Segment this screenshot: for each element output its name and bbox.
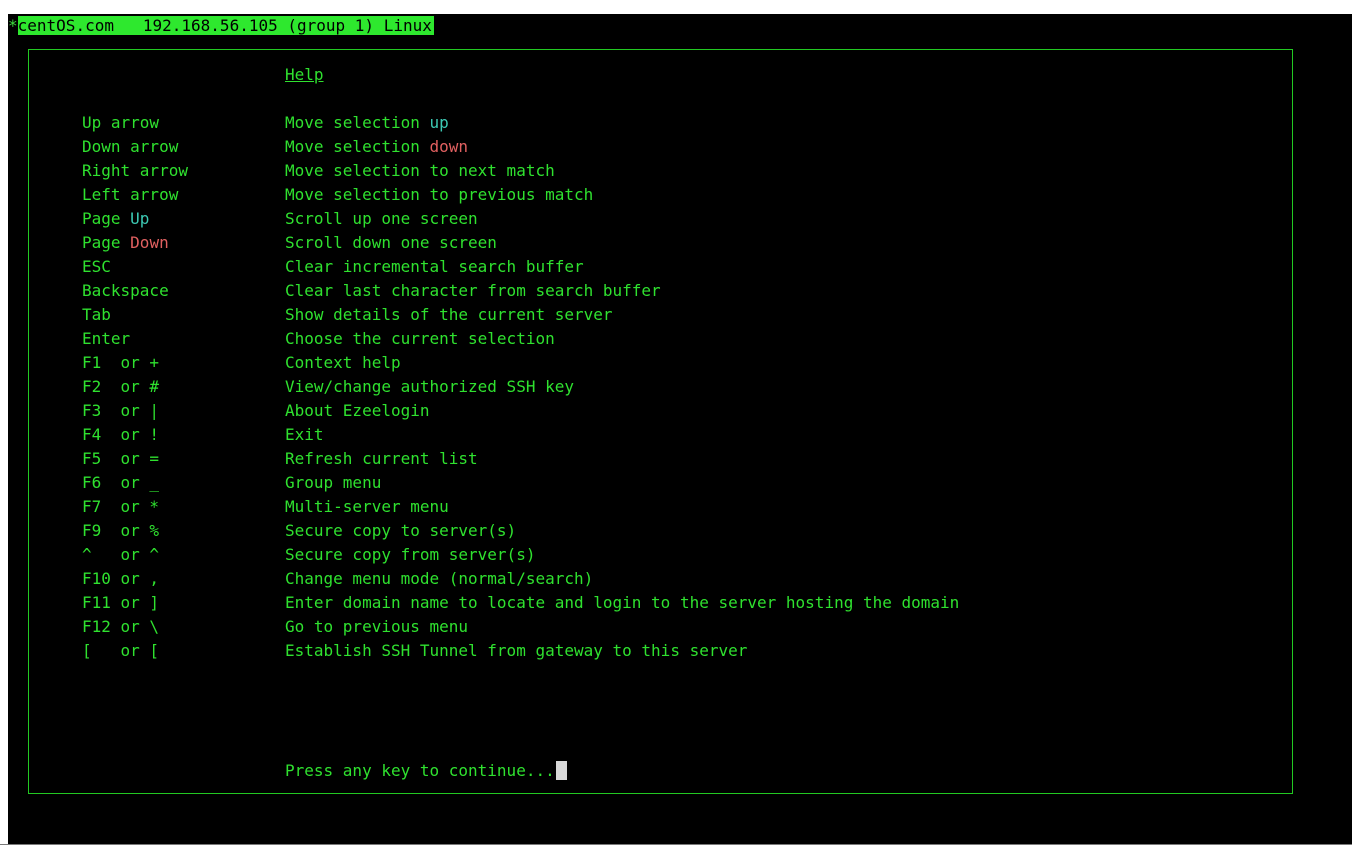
desc-f10: Change menu mode (normal/search) [285, 569, 594, 588]
desc-f4: Exit [285, 425, 324, 444]
key-enter: Enter [82, 329, 131, 348]
desc-f5: Refresh current list [285, 449, 478, 468]
desc-caret: Secure copy from server(s) [285, 545, 536, 564]
key-f7: F7 or * [82, 497, 160, 516]
terminal-title-bar: *centOS.com 192.168.56.105 (group 1) Lin… [8, 15, 434, 37]
key-f6: F6 or _ [82, 473, 160, 492]
key-up-arrow: Up arrow [82, 113, 160, 132]
desc-f11: Enter domain name to locate and login to… [285, 593, 960, 612]
desc-esc: Clear incremental search buffer [285, 257, 584, 276]
key-page-up: Page Up [82, 209, 150, 228]
desc-f9: Secure copy to server(s) [285, 521, 517, 540]
key-bracket: [ or [ [82, 641, 160, 660]
desc-down-arrow: Move selection down [285, 137, 469, 156]
continue-prompt: Press any key to continue... [285, 760, 567, 782]
key-f5: F5 or = [82, 449, 160, 468]
help-panel: Help Up arrow Move selection up Down arr… [28, 49, 1293, 794]
desc-enter: Choose the current selection [285, 329, 555, 348]
desc-bracket: Establish SSH Tunnel from gateway to thi… [285, 641, 748, 660]
desc-f1: Context help [285, 353, 401, 372]
desc-f3: About Ezeelogin [285, 401, 430, 420]
desc-f6: Group menu [285, 473, 382, 492]
key-page-down: Page Down [82, 233, 169, 252]
key-right-arrow: Right arrow [82, 161, 188, 180]
desc-page-up: Scroll up one screen [285, 209, 478, 228]
highlight-page-down: Down [130, 233, 169, 252]
key-f10: F10 or , [82, 569, 160, 588]
highlight-page-up: Up [130, 209, 150, 228]
help-title: Help [285, 65, 324, 84]
title-marker: * [8, 16, 18, 35]
text-cursor [555, 761, 567, 780]
key-f4: F4 or ! [82, 425, 160, 444]
key-f12: F12 or \ [82, 617, 160, 636]
desc-tab: Show details of the current server [285, 305, 613, 324]
session-title: centOS.com 192.168.56.105 (group 1) Linu… [17, 16, 434, 35]
desc-backspace: Clear last character from search buffer [285, 281, 661, 300]
key-f2: F2 or # [82, 377, 160, 396]
key-down-arrow: Down arrow [82, 137, 179, 156]
desc-right-arrow: Move selection to next match [285, 161, 555, 180]
key-left-arrow: Left arrow [82, 185, 179, 204]
key-f11: F11 or ] [82, 593, 160, 612]
terminal-screen[interactable]: *centOS.com 192.168.56.105 (group 1) Lin… [8, 14, 1352, 844]
continue-prompt-text: Press any key to continue... [285, 761, 555, 780]
desc-f7: Multi-server menu [285, 497, 449, 516]
desc-left-arrow: Move selection to previous match [285, 185, 594, 204]
key-tab: Tab [82, 305, 111, 324]
key-f9: F9 or % [82, 521, 160, 540]
key-f3: F3 or | [82, 401, 160, 420]
highlight-up: up [429, 113, 449, 132]
highlight-down: down [429, 137, 469, 156]
key-backspace: Backspace [82, 281, 169, 300]
key-f1: F1 or + [82, 353, 160, 372]
key-esc: ESC [82, 257, 111, 276]
desc-f2: View/change authorized SSH key [285, 377, 574, 396]
desc-f12: Go to previous menu [285, 617, 469, 636]
desc-page-down: Scroll down one screen [285, 233, 497, 252]
key-caret: ^ or ^ [82, 545, 160, 564]
bottom-divider [0, 844, 1352, 845]
desc-up-arrow: Move selection up [285, 113, 449, 132]
